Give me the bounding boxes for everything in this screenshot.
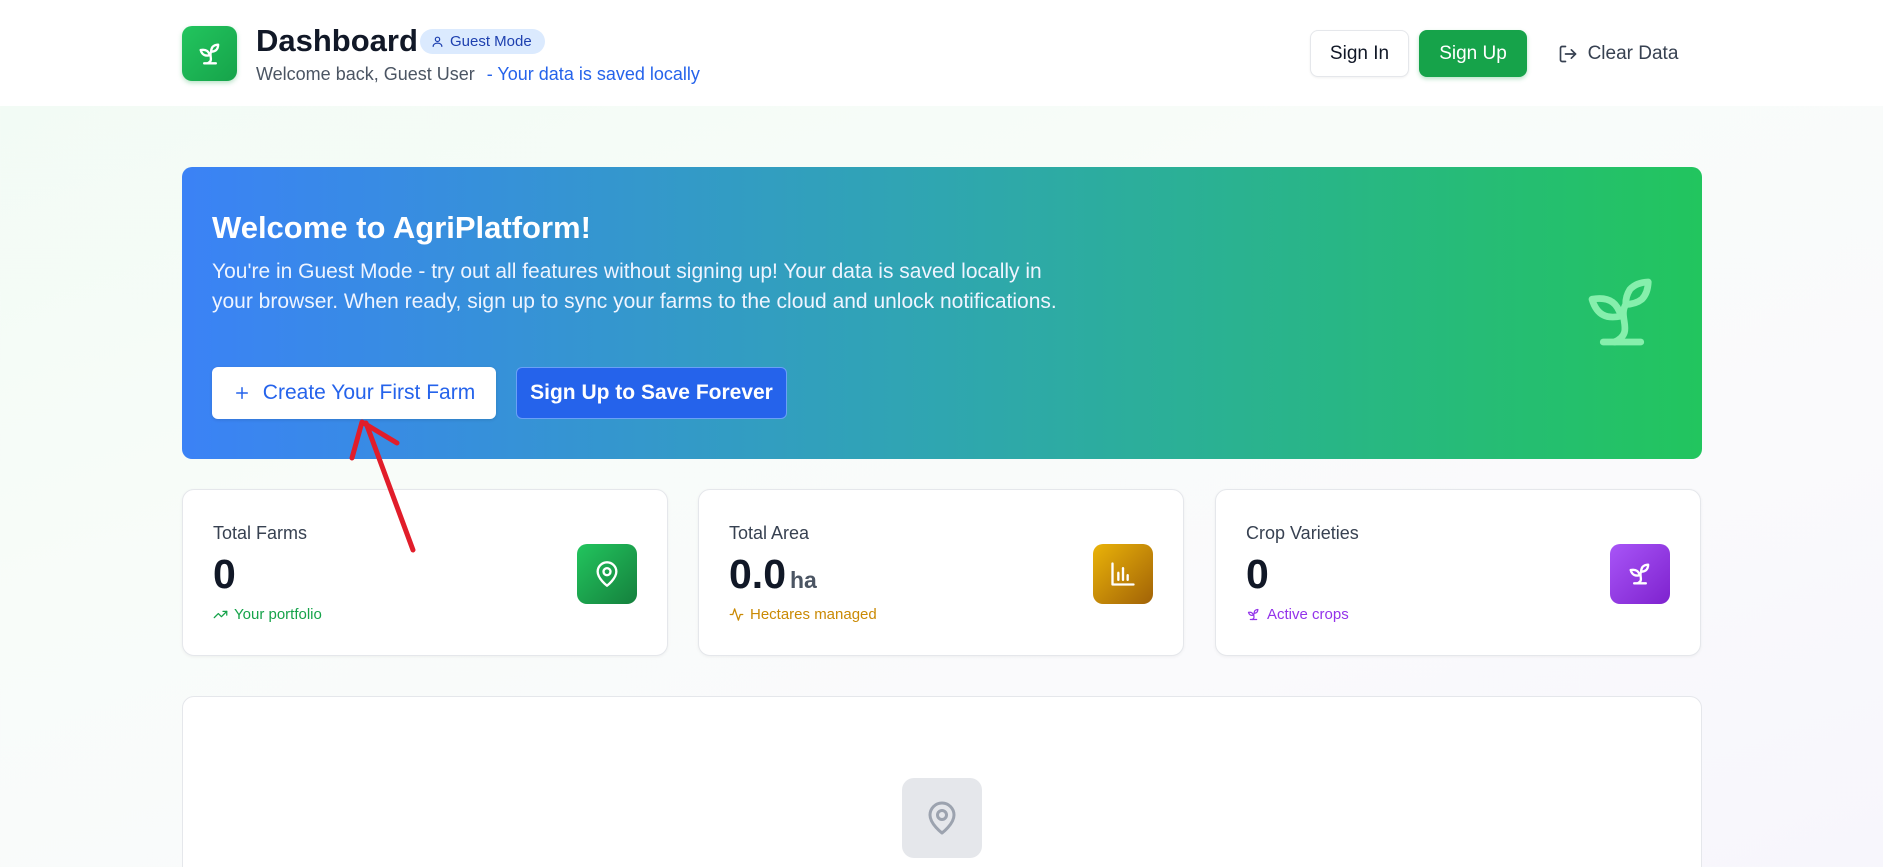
stat-value: 0 (213, 551, 236, 597)
sign-up-save-forever-button[interactable]: Sign Up to Save Forever (516, 367, 787, 419)
map-pin-icon (928, 801, 956, 835)
saved-locally-note: - Your data is saved locally (486, 64, 700, 84)
welcome-title: Welcome to AgriPlatform! (212, 210, 591, 245)
stat-label: Crop Varieties (1246, 523, 1359, 543)
activity-icon (729, 608, 744, 621)
welcome-description: You're in Guest Mode - try out all featu… (212, 260, 1057, 313)
welcome-subtitle: Welcome back, Guest User - Your data is … (256, 63, 700, 85)
log-out-icon (1559, 45, 1576, 62)
empty-state-icon-box (902, 778, 982, 858)
bar-chart-icon (1111, 562, 1135, 586)
stat-subtext: Active crops (1246, 606, 1349, 623)
stat-value: 0 (1246, 551, 1269, 597)
sprout-icon (1588, 278, 1652, 346)
stat-icon-box (1093, 544, 1153, 604)
plus-icon (235, 387, 248, 399)
trending-up-icon (213, 610, 228, 619)
create-first-farm-button[interactable]: Create Your First Farm (212, 367, 496, 419)
sprout-icon (1629, 563, 1650, 585)
sign-up-button[interactable]: Sign Up (1419, 30, 1527, 77)
logo (182, 26, 237, 81)
stat-subtext: Hectares managed (729, 606, 877, 623)
map-pin-icon (596, 561, 618, 587)
guest-mode-badge: Guest Mode (420, 29, 545, 54)
stat-card-total-farms: Total Farms 0 Your portfolio (182, 489, 668, 656)
clear-data-label: Clear Data (1587, 42, 1679, 64)
sprout-icon (199, 43, 219, 64)
stat-icon-box (1610, 544, 1670, 604)
stat-card-crop-varieties: Crop Varieties 0 Active crops (1215, 489, 1701, 656)
page-title: Dashboard (256, 23, 418, 58)
stat-unit: ha (790, 567, 817, 593)
stat-card-total-area: Total Area 0.0 ha Hectares managed (698, 489, 1184, 656)
guest-mode-label: Guest Mode (450, 33, 532, 50)
stat-subtext: Your portfolio (213, 606, 322, 623)
sign-in-button[interactable]: Sign In (1310, 30, 1409, 77)
app-header: Dashboard Guest Mode Welcome back, Guest… (0, 0, 1883, 106)
farms-empty-state (182, 696, 1702, 867)
stat-label: Total Area (729, 523, 810, 543)
clear-data-button[interactable]: Clear Data (1548, 30, 1688, 77)
welcome-text: Welcome back, Guest User (256, 64, 475, 84)
welcome-banner: Welcome to AgriPlatform! You're in Guest… (182, 167, 1702, 459)
create-first-farm-label: Create Your First Farm (262, 381, 476, 404)
user-icon (432, 36, 443, 47)
sprout-icon (1247, 608, 1259, 621)
stat-label: Total Farms (213, 523, 308, 543)
stat-value: 0.0 ha (729, 551, 817, 597)
stat-icon-box (577, 544, 637, 604)
